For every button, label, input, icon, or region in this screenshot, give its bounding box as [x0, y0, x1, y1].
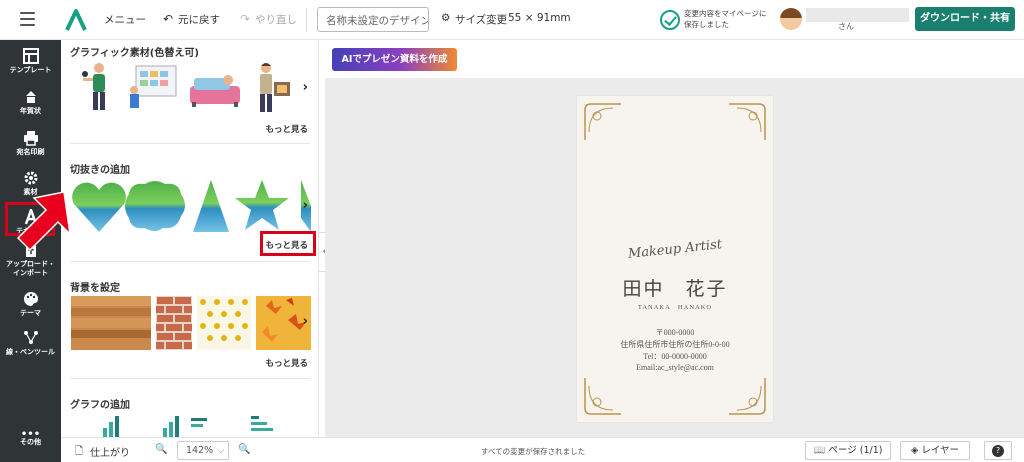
undo-button[interactable]: 元に戻す — [178, 12, 220, 27]
divider — [306, 8, 307, 32]
card-postal: 〒000-0000 — [655, 328, 695, 337]
background-thumb-dots[interactable] — [197, 296, 251, 350]
graph-thumbnails[interactable] — [71, 414, 311, 437]
rail-item-pen-tool[interactable]: 線・ペンツール — [0, 324, 61, 368]
business-card[interactable]: Makeup Artist 田中 花子 TANAKA HANAKO 〒000-0… — [577, 96, 773, 422]
graphics-more-link[interactable]: もっと見る — [265, 123, 308, 135]
app-logo[interactable] — [64, 8, 88, 32]
design-name-input[interactable]: 名称未設定のデザイン — [317, 7, 429, 32]
more-link-highlight-box — [260, 231, 316, 256]
zoom-out-icon[interactable]: 🔍 — [155, 444, 167, 455]
page-button[interactable]: 📖 ページ (1/1) — [805, 441, 891, 460]
card-tel: Tel：00-0000-0000 — [643, 352, 707, 361]
card-address: 住所県住所市住所の住所0-0-00 — [620, 340, 730, 349]
background-more-link[interactable]: もっと見る — [265, 357, 308, 369]
graphics-next-arrow[interactable]: › — [303, 80, 308, 95]
card-name-romaji: TANAKA HANAKO — [637, 304, 713, 311]
size-change-button[interactable]: サイズ変更 — [455, 12, 507, 27]
user-name — [806, 8, 909, 22]
template-icon — [22, 48, 39, 64]
settings-gear-icon[interactable]: ⚙ — [441, 12, 450, 24]
corner-ornament — [584, 378, 621, 415]
zoom-select[interactable]: 142% ⌵ — [177, 441, 229, 460]
book-icon: 📖 — [813, 445, 826, 456]
printer-icon — [23, 131, 38, 146]
newyear-icon — [25, 91, 36, 103]
background-section-title: 背景を設定 — [70, 283, 120, 294]
materials-panel: グラフィック素材(色替え可) › もっと見る 切抜きの追加 › もっと見る 背景… — [61, 40, 319, 437]
background-next-arrow[interactable]: › — [303, 314, 308, 329]
corner-ornament — [584, 103, 621, 140]
hamburger-icon[interactable] — [20, 12, 35, 26]
card-title-script: Makeup Artist — [627, 237, 723, 262]
gear-icon — [24, 171, 37, 185]
cutout-thumbnails[interactable] — [71, 178, 311, 234]
annotation-arrow — [16, 191, 72, 252]
background-thumb-wood[interactable] — [71, 296, 151, 350]
help-icon: ? — [992, 445, 1004, 457]
user-suffix: さん — [838, 22, 854, 31]
download-share-button[interactable]: ダウンロード・共有 — [915, 7, 1015, 31]
redo-button[interactable]: やり直し — [255, 12, 297, 27]
corner-ornament — [729, 103, 766, 140]
chevron-down-icon: ⌵ — [217, 445, 225, 456]
layers-icon: ◈ — [910, 445, 919, 456]
card-email: Email:ac_style@ac.com — [636, 363, 714, 372]
divider — [70, 261, 310, 262]
pen-icon — [23, 331, 38, 344]
graphic-thumb-sofa[interactable] — [188, 72, 242, 108]
finish-button[interactable]: 仕上がり — [90, 444, 130, 459]
palette-icon — [23, 292, 38, 306]
saved-status: 変更内容をマイページに 保存しました — [660, 8, 780, 34]
corner-ornament — [729, 378, 766, 415]
card-name: 田中 花子 — [622, 278, 728, 300]
ai-presentation-button[interactable]: AIでプレゼン資料を作成 — [332, 48, 457, 71]
divider — [70, 143, 310, 144]
undo-icon[interactable]: ↶ — [163, 12, 173, 26]
rail-item-theme[interactable]: テーマ — [0, 285, 61, 329]
cutout-section-title: 切抜きの追加 — [70, 165, 130, 176]
rail-item-more[interactable]: ••• その他 — [0, 426, 61, 462]
cutout-next-arrow[interactable]: › — [303, 198, 308, 213]
divider — [70, 378, 310, 379]
bottom-bar: 🗋 仕上がり 🔍 142% ⌵ 🔍 すべての変更が保存されました 📖 ページ (1… — [61, 437, 1024, 462]
finish-icon[interactable]: 🗋 — [75, 444, 83, 461]
rail-item-newyear[interactable]: 年賀状 — [0, 83, 61, 127]
graphics-section-title: グラフィック素材(色替え可) — [70, 48, 199, 59]
size-value: 55 × 91mm — [508, 12, 571, 24]
menu-button[interactable]: メニュー — [104, 12, 146, 27]
layer-button[interactable]: ◈ レイヤー — [900, 441, 970, 460]
redo-icon[interactable]: ↷ — [240, 12, 250, 26]
zoom-in-icon[interactable]: 🔍 — [238, 444, 250, 455]
saved-message: 変更内容をマイページに 保存しました — [684, 9, 767, 29]
graph-section-title: グラフの追加 — [70, 400, 130, 411]
save-status-text: すべての変更が保存されました — [481, 447, 586, 456]
rail-item-template[interactable]: テンプレート — [0, 42, 61, 86]
background-thumb-brick[interactable] — [156, 296, 192, 350]
avatar[interactable] — [780, 8, 802, 30]
top-bar: メニュー ↶ 元に戻す ↷ やり直し 名称未設定のデザイン ⚙ サイズ変更 55… — [0, 0, 1024, 40]
graphic-thumb-person[interactable] — [81, 60, 117, 112]
graphic-thumb-calendar[interactable] — [128, 64, 180, 110]
graphic-thumb-cook[interactable] — [252, 60, 292, 114]
check-circle-icon — [660, 10, 680, 30]
rail-item-address-print[interactable]: 宛名印刷 — [0, 124, 61, 168]
help-button[interactable]: ? — [984, 441, 1012, 460]
